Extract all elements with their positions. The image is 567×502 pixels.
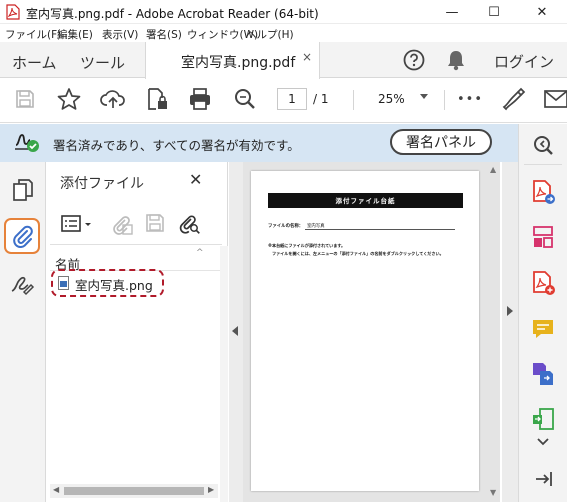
- panel-vertical-scrollbar[interactable]: [220, 246, 228, 502]
- signature-valid-icon: [14, 129, 40, 153]
- tab-home[interactable]: ホーム: [12, 52, 57, 73]
- search-attachment-icon[interactable]: [176, 212, 202, 236]
- collapse-tools-pane-icon[interactable]: [532, 468, 556, 490]
- more-tools-button[interactable]: •••: [457, 92, 483, 107]
- divider: [50, 244, 222, 245]
- right-panel-collapse-handle[interactable]: [502, 162, 518, 502]
- divider: [524, 164, 562, 165]
- page-heading: 添付ファイル台紙: [335, 197, 396, 205]
- page-text-line: ※本台紙にファイルが添付されています。: [268, 243, 346, 248]
- organize-pages-icon[interactable]: [530, 224, 556, 250]
- bell-icon[interactable]: [444, 48, 468, 72]
- scroll-down-arrow-icon[interactable]: ▼: [490, 488, 496, 497]
- export-pdf-icon[interactable]: [530, 178, 556, 206]
- upload-cloud-icon[interactable]: [100, 86, 126, 112]
- tab-close-button[interactable]: ×: [302, 50, 312, 64]
- edit-pdf-icon[interactable]: [530, 406, 556, 432]
- minimize-button[interactable]: —: [432, 0, 472, 24]
- combine-files-icon[interactable]: [530, 360, 556, 388]
- comment-icon[interactable]: [530, 316, 556, 342]
- signature-panel-button[interactable]: 署名パネル: [390, 129, 492, 155]
- acrobat-pdf-icon: [6, 4, 20, 20]
- scrollbar-thumb[interactable]: [64, 487, 204, 495]
- chevron-down-icon[interactable]: [532, 434, 554, 450]
- chevron-left-icon: [232, 326, 238, 336]
- image-file-icon-fill: [60, 281, 67, 287]
- close-window-button[interactable]: ✕: [522, 0, 562, 24]
- signature-status-text: 署名済みであり、すべての署名が有効です。: [53, 138, 300, 153]
- scroll-right-arrow-icon[interactable]: ▶: [208, 485, 214, 494]
- menu-sign[interactable]: 署名(S): [146, 27, 182, 42]
- signatures-icon[interactable]: [8, 270, 36, 298]
- file-lock-icon[interactable]: [144, 86, 170, 112]
- pdf-page[interactable]: [251, 171, 479, 491]
- help-circle-icon[interactable]: [402, 48, 426, 72]
- sort-indicator-icon: ^: [196, 248, 204, 258]
- open-attachment-icon[interactable]: [109, 212, 135, 236]
- chevron-down-icon: [420, 94, 428, 99]
- zoom-value: 25%: [378, 92, 405, 106]
- envelope-icon[interactable]: [544, 88, 567, 110]
- left-navigation-rail: [0, 162, 46, 502]
- printer-icon[interactable]: [187, 86, 213, 112]
- zoom-tool-icon[interactable]: [530, 132, 556, 158]
- menu-file[interactable]: ファイル(F): [5, 27, 61, 42]
- save-icon[interactable]: [13, 87, 37, 111]
- page-number-input[interactable]: 1: [277, 88, 307, 110]
- page-total: / 1: [313, 92, 329, 106]
- pen-icon[interactable]: [500, 86, 528, 112]
- page-field-label: ファイルの名称：: [268, 224, 304, 229]
- attachments-panel-title: 添付ファイル: [60, 176, 144, 192]
- scroll-up-arrow-icon[interactable]: ▲: [490, 165, 496, 174]
- chevron-right-icon: [507, 306, 513, 316]
- page-text-line: ファイルを開くには、左メニューの「添付ファイル」の名前をダブルクリックしてくださ…: [272, 251, 444, 256]
- toolbar-divider: [444, 90, 445, 110]
- menu-help[interactable]: ヘルプ(H): [246, 27, 294, 42]
- menu-edit[interactable]: 編集(E): [57, 27, 93, 42]
- paperclip-icon: [9, 223, 35, 249]
- toolbar-divider: [353, 90, 354, 110]
- pages-thumbnail-icon[interactable]: [10, 176, 36, 204]
- maximize-button[interactable]: ☐: [474, 0, 514, 24]
- create-pdf-icon[interactable]: [530, 270, 556, 296]
- tab-document-label: 室内写真.png.pdf: [181, 55, 296, 71]
- window-title: 室内写真.png.pdf - Adobe Acrobat Reader (64-…: [26, 7, 319, 21]
- star-icon[interactable]: [56, 86, 82, 112]
- options-menu-icon[interactable]: [60, 212, 94, 236]
- scroll-left-arrow-icon[interactable]: ◀: [53, 485, 59, 494]
- tab-tools[interactable]: ツール: [80, 52, 125, 73]
- menu-view[interactable]: 表示(V): [102, 27, 138, 42]
- document-vertical-scrollbar[interactable]: [489, 164, 499, 502]
- save-attachment-icon[interactable]: [144, 212, 168, 236]
- attachment-file-name: 室内写真.png: [75, 278, 153, 293]
- page-field-underline: [305, 229, 455, 230]
- attachments-panel-close-button[interactable]: ✕: [189, 170, 202, 189]
- magnifier-icon[interactable]: [232, 86, 258, 112]
- login-button[interactable]: ログイン: [494, 51, 554, 72]
